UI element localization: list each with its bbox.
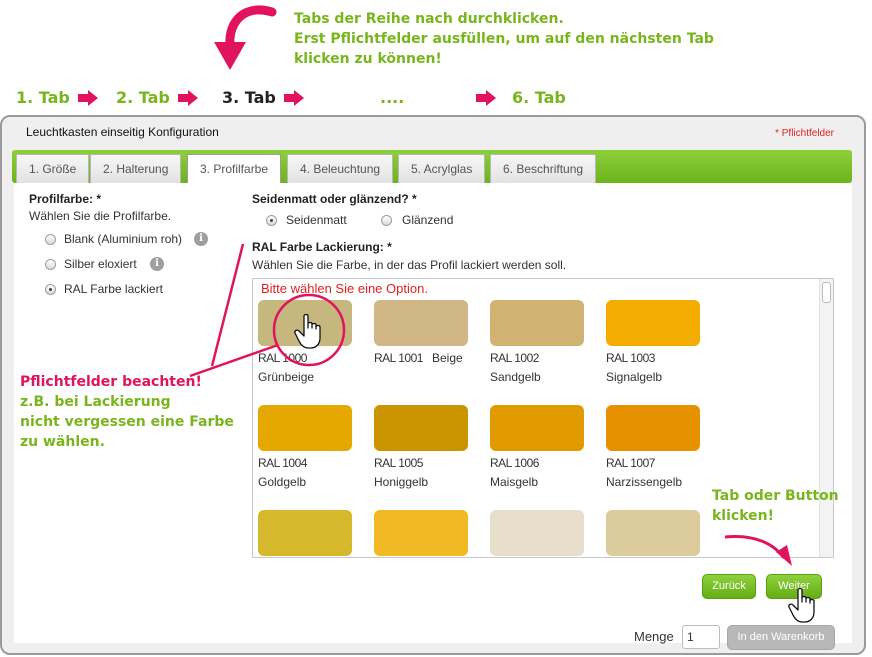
quantity-input[interactable] <box>682 625 720 649</box>
swatch-name: Beige <box>432 351 463 365</box>
swatch-name: Maisgelb <box>490 475 539 489</box>
swatch-name: Sandgelb <box>490 370 541 384</box>
color-swatch[interactable] <box>490 300 584 346</box>
instruction-note: Tabs der Reihe nach durchklicken. Erst P… <box>294 9 714 69</box>
step-label: 6. Tab <box>512 88 566 107</box>
color-swatch[interactable] <box>374 300 468 346</box>
validation-error: Bitte wählen Sie eine Option. <box>261 281 428 296</box>
color-swatch[interactable] <box>258 405 352 451</box>
radio-label: Blank (Aluminium roh) <box>64 232 183 246</box>
step-label-current: 3. Tab <box>222 88 276 107</box>
info-icon[interactable]: i <box>194 232 208 246</box>
swatch-code: RAL 1006 <box>490 456 539 470</box>
color-swatch[interactable] <box>374 510 468 556</box>
profilfarbe-hint: Wählen Sie die Profilfarbe. <box>29 209 172 223</box>
note-line: nicht vergessen eine Farbe <box>20 414 234 430</box>
color-swatch[interactable] <box>490 405 584 451</box>
radio-label: RAL Farbe lackiert <box>64 282 163 296</box>
swatch-code: RAL 1004 <box>258 456 307 470</box>
panel-title: Leuchtkasten einseitig Konfiguration <box>26 125 219 139</box>
radio-blank[interactable] <box>45 234 56 245</box>
radio-label: Glänzend <box>402 213 454 227</box>
step-label: 1. Tab <box>16 88 70 107</box>
tab-acrylglas[interactable]: 5. Acrylglas <box>398 154 486 183</box>
required-fields-hint: * Pflichtfelder <box>775 128 834 139</box>
swatch-code: RAL 1007 <box>606 456 655 470</box>
swatch-name: Narzissengelb <box>606 475 683 489</box>
back-button[interactable]: Zurück <box>702 574 756 599</box>
color-swatch[interactable] <box>374 405 468 451</box>
color-swatch[interactable] <box>258 300 352 346</box>
swatch-name: Signalgelb <box>606 370 663 384</box>
next-button[interactable]: Weiter <box>766 574 822 599</box>
note-line: klicken! <box>712 508 774 524</box>
quantity-label: Menge <box>634 629 674 644</box>
tab-halterung[interactable]: 2. Halterung <box>90 154 182 183</box>
instruction-line: Erst Pflichtfelder ausfüllen, um auf den… <box>294 31 714 47</box>
color-swatch[interactable] <box>606 300 700 346</box>
ral-hint: Wählen Sie die Farbe, in der das Profil … <box>252 258 567 272</box>
radio-label: Seidenmatt <box>286 213 347 227</box>
color-swatch[interactable] <box>606 405 700 451</box>
scrollbar-thumb[interactable] <box>822 282 831 303</box>
radio-ral[interactable] <box>45 284 56 295</box>
instruction-line: Tabs der Reihe nach durchklicken. <box>294 11 564 27</box>
ral-label: RAL Farbe Lackierung: * <box>252 240 392 254</box>
profilfarbe-label: Profilfarbe: * <box>29 192 102 206</box>
note-line: zu wählen. <box>20 434 105 450</box>
radio-silber[interactable] <box>45 259 56 270</box>
right-arrow-icon <box>178 90 198 106</box>
swatch-name: Goldgelb <box>258 475 307 489</box>
instruction-line: klicken zu können! <box>294 51 442 67</box>
swatch-name: Honiggelb <box>374 475 429 489</box>
step-label: 2. Tab <box>116 88 170 107</box>
color-swatch[interactable] <box>490 510 584 556</box>
color-swatch[interactable] <box>258 510 352 556</box>
required-fields-note: Pflichtfelder beachten! z.B. bei Lackier… <box>20 372 240 452</box>
swatch-code: RAL 1002 <box>490 351 539 365</box>
tab-steps-annotation: 1. Tab 2. Tab 3. Tab .... 6. Tab <box>0 86 872 112</box>
color-swatch[interactable] <box>606 510 700 556</box>
tab-beschriftung[interactable]: 6. Beschriftung <box>490 154 597 183</box>
tab-beleuchtung[interactable]: 4. Beleuchtung <box>287 154 394 183</box>
note-line: z.B. bei Lackierung <box>20 394 171 410</box>
right-arrow-icon <box>284 90 304 106</box>
info-icon[interactable]: i <box>150 257 164 271</box>
finish-label: Seidenmatt oder glänzend? * <box>252 192 417 206</box>
add-to-cart-button[interactable]: In den Warenkorb <box>727 625 835 650</box>
right-arrow-icon <box>476 90 496 106</box>
swatch-code: RAL 1001 <box>374 351 423 365</box>
swatch-code: RAL 1005 <box>374 456 423 470</box>
tab-profilfarbe[interactable]: 3. Profilfarbe <box>187 154 282 183</box>
right-arrow-icon <box>78 90 98 106</box>
tab-groesse[interactable]: 1. Größe <box>16 154 90 183</box>
radio-label: Silber eloxiert <box>64 257 137 271</box>
swatch-code: RAL 1000 <box>258 351 307 365</box>
tab-bar: 1. Größe 2. Halterung 3. Profilfarbe 4. … <box>12 150 852 183</box>
curved-down-arrow-icon <box>214 5 277 70</box>
note-line: Pflichtfelder beachten! <box>20 374 202 390</box>
radio-seidenmatt[interactable] <box>266 215 277 226</box>
step-label: .... <box>380 88 405 107</box>
note-line: Tab oder Button <box>712 488 839 504</box>
button-note: Tab oder Button klicken! <box>712 486 839 526</box>
swatch-code: RAL 1003 <box>606 351 655 365</box>
radio-glaenzend[interactable] <box>381 215 392 226</box>
swatch-name: Grünbeige <box>258 370 315 384</box>
